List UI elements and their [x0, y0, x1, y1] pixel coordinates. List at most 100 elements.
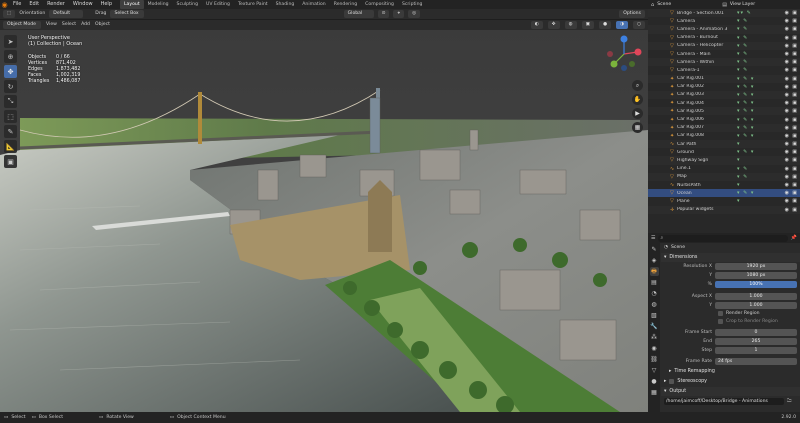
- tab-animation[interactable]: Animation: [298, 0, 329, 9]
- outliner-row[interactable]: ✦ Car Rig.002 ▾ ✎ ▾ ◉ ▣: [648, 83, 800, 91]
- outliner-row[interactable]: ✦ Car Rig.003 ▾ ✎ ▾ ◉ ▣: [648, 90, 800, 100]
- outliner-row[interactable]: ▽ Map ▾ ✎ ◉ ▣: [648, 172, 800, 181]
- zoom-icon[interactable]: ⌕: [632, 80, 643, 91]
- scale-icon[interactable]: ⤡: [4, 95, 17, 108]
- cursor-3d-icon[interactable]: ⊕: [4, 50, 17, 63]
- render-camera-icon[interactable]: ▣: [792, 125, 797, 131]
- outliner-row[interactable]: ▽ Bridge - Section.001 ▾▾ ✎ ◉ ▣: [648, 9, 800, 18]
- render-camera-icon[interactable]: ▣: [792, 67, 797, 73]
- render-camera-icon[interactable]: ▣: [792, 149, 797, 155]
- dimensions-panel-header[interactable]: ▾ Dimensions: [661, 252, 800, 262]
- output-path-field[interactable]: /home/jaimcoff/Desktop/Bridge - Animatio…: [664, 397, 784, 405]
- properties-editor-icon[interactable]: ☰: [651, 235, 655, 241]
- frame-step-field[interactable]: 1: [715, 346, 797, 354]
- proportional-edit-icon[interactable]: ◎: [408, 10, 421, 18]
- tool-tab-icon[interactable]: ✎: [650, 245, 659, 254]
- tab-modeling[interactable]: Modeling: [144, 0, 173, 9]
- menu-file[interactable]: File: [9, 0, 25, 9]
- outliner-row[interactable]: ✦ Car Rig.004 ▾ ✎ ▾ ◉ ▣: [648, 99, 800, 107]
- visibility-eye-icon[interactable]: ◉: [785, 108, 789, 114]
- frame-start-field[interactable]: 0: [715, 329, 797, 337]
- folder-icon[interactable]: 🗀: [787, 397, 792, 405]
- render-camera-icon[interactable]: ▣: [792, 59, 797, 65]
- visibility-eye-icon[interactable]: ◉: [785, 190, 789, 196]
- visibility-eye-icon[interactable]: ◉: [785, 18, 789, 24]
- menu-render[interactable]: Render: [43, 0, 69, 9]
- visibility-eye-icon[interactable]: ◉: [785, 166, 789, 172]
- constraints-tab-icon[interactable]: ⛓: [650, 355, 659, 364]
- stereoscopy-checkbox[interactable]: [669, 378, 675, 384]
- drag-dropdown[interactable]: Select Box: [110, 10, 145, 18]
- grid-toggle-icon[interactable]: ▦: [632, 122, 643, 133]
- visibility-eye-icon[interactable]: ◉: [785, 174, 789, 180]
- visibility-eye-icon[interactable]: ◉: [785, 149, 789, 155]
- tool-icon[interactable]: ⬚: [3, 10, 16, 18]
- measure-icon[interactable]: 📐: [4, 140, 17, 153]
- visibility-eye-icon[interactable]: ◉: [785, 26, 789, 32]
- stereoscopy-panel-header[interactable]: ▸ Stereoscopy: [661, 377, 800, 386]
- world-tab-icon[interactable]: ◍: [650, 300, 659, 309]
- frame-end-field[interactable]: 265: [715, 337, 797, 345]
- visibility-eye-icon[interactable]: ◉: [785, 76, 789, 82]
- visibility-eye-icon[interactable]: ◉: [785, 157, 789, 163]
- render-camera-icon[interactable]: ▣: [792, 26, 797, 32]
- tab-uv-editing[interactable]: UV Editing: [202, 0, 234, 9]
- orientation-dropdown[interactable]: Default: [49, 10, 84, 18]
- tab-shading[interactable]: Shading: [272, 0, 299, 9]
- render-camera-icon[interactable]: ▣: [792, 100, 797, 106]
- shading-material-icon[interactable]: ◑: [615, 21, 628, 29]
- menu-window[interactable]: Window: [69, 0, 97, 9]
- checkbox-box[interactable]: [718, 311, 723, 317]
- outliner-row[interactable]: ✦ Car Rig.007 ▾ ✎ ▾ ◉ ▣: [648, 123, 800, 132]
- tab-layout[interactable]: Layout: [120, 0, 144, 9]
- modifier-tab-icon[interactable]: 🔧: [650, 322, 659, 331]
- outliner-row[interactable]: ✦ Car Rig.006 ▾ ✎ ▾ ◉ ▣: [648, 115, 800, 123]
- render-camera-icon[interactable]: ▣: [792, 84, 797, 90]
- scene-name[interactable]: Scene: [657, 2, 719, 7]
- render-camera-icon[interactable]: ▣: [792, 207, 797, 213]
- output-panel-header[interactable]: ▾ Output: [661, 386, 800, 396]
- tab-rendering[interactable]: Rendering: [330, 0, 361, 9]
- outliner-row[interactable]: ▽ Camera - Animation 3 ▾ ✎ ◉ ▣: [648, 25, 800, 34]
- render-region-checkbox[interactable]: Render Region: [661, 310, 800, 318]
- aspect-y-field[interactable]: 1.000: [715, 301, 797, 309]
- render-camera-icon[interactable]: ▣: [792, 92, 797, 98]
- visibility-eye-icon[interactable]: ◉: [785, 207, 789, 213]
- outliner-row[interactable]: ✦ Car Rig.008 ▾ ✎ ▾ ◉ ▣: [648, 132, 800, 140]
- render-tab-icon[interactable]: ◈: [650, 256, 659, 265]
- move-icon[interactable]: ✥: [4, 65, 17, 78]
- output-tab-icon[interactable]: 🖶: [649, 267, 659, 276]
- scene-tab-icon[interactable]: ◔: [650, 289, 659, 298]
- shading-solid-icon[interactable]: ●: [598, 21, 611, 29]
- transform-icon[interactable]: ⬚: [4, 110, 17, 123]
- physics-tab-icon[interactable]: ◉: [650, 344, 659, 353]
- visibility-eye-icon[interactable]: ◉: [785, 92, 789, 98]
- visibility-eye-icon[interactable]: ◉: [785, 141, 789, 147]
- data-tab-icon[interactable]: ▽: [650, 366, 659, 375]
- pivot-icon[interactable]: ⊙: [377, 10, 390, 18]
- xray-icon[interactable]: ▣: [581, 21, 594, 29]
- pan-hand-icon[interactable]: ✋: [632, 94, 643, 105]
- visibility-eye-icon[interactable]: ◉: [785, 125, 789, 131]
- outliner-row[interactable]: ▽ Plane ▾ ◉ ▣: [648, 197, 800, 205]
- outliner-row[interactable]: ∿ Line.1 ▾ ✎ ◉ ▣: [648, 165, 800, 173]
- visibility-eye-icon[interactable]: ◉: [785, 43, 789, 49]
- menu-edit[interactable]: Edit: [25, 0, 43, 9]
- render-camera-icon[interactable]: ▣: [792, 141, 797, 147]
- particles-tab-icon[interactable]: ⁂: [650, 333, 659, 342]
- outliner-row[interactable]: ∿ Car Path ▾ ◉ ▣: [648, 140, 800, 149]
- visibility-eye-icon[interactable]: ◉: [785, 84, 789, 90]
- visibility-eye-icon[interactable]: ◉: [785, 67, 789, 73]
- rotate-icon[interactable]: ↻: [4, 80, 17, 93]
- menu-object[interactable]: Object: [95, 21, 110, 29]
- time-remapping-panel-header[interactable]: ▸ Time Remapping: [661, 367, 800, 376]
- snap-icon[interactable]: ⌖: [393, 10, 405, 18]
- tab-compositing[interactable]: Compositing: [361, 0, 398, 9]
- outliner-row[interactable]: ▽ Camera - Within ▾ ✎ ◉ ▣: [648, 58, 800, 67]
- render-camera-icon[interactable]: ▣: [792, 157, 797, 163]
- gizmo-toggle-icon[interactable]: ✥: [547, 21, 560, 29]
- tab-scripting[interactable]: Scripting: [398, 0, 426, 9]
- outliner-row[interactable]: ✦ Car Rig.005 ▾ ✎ ▾ ◉ ▣: [648, 107, 800, 116]
- tab-texture-paint[interactable]: Texture Paint: [234, 0, 272, 9]
- visibility-eye-icon[interactable]: ◉: [785, 51, 789, 57]
